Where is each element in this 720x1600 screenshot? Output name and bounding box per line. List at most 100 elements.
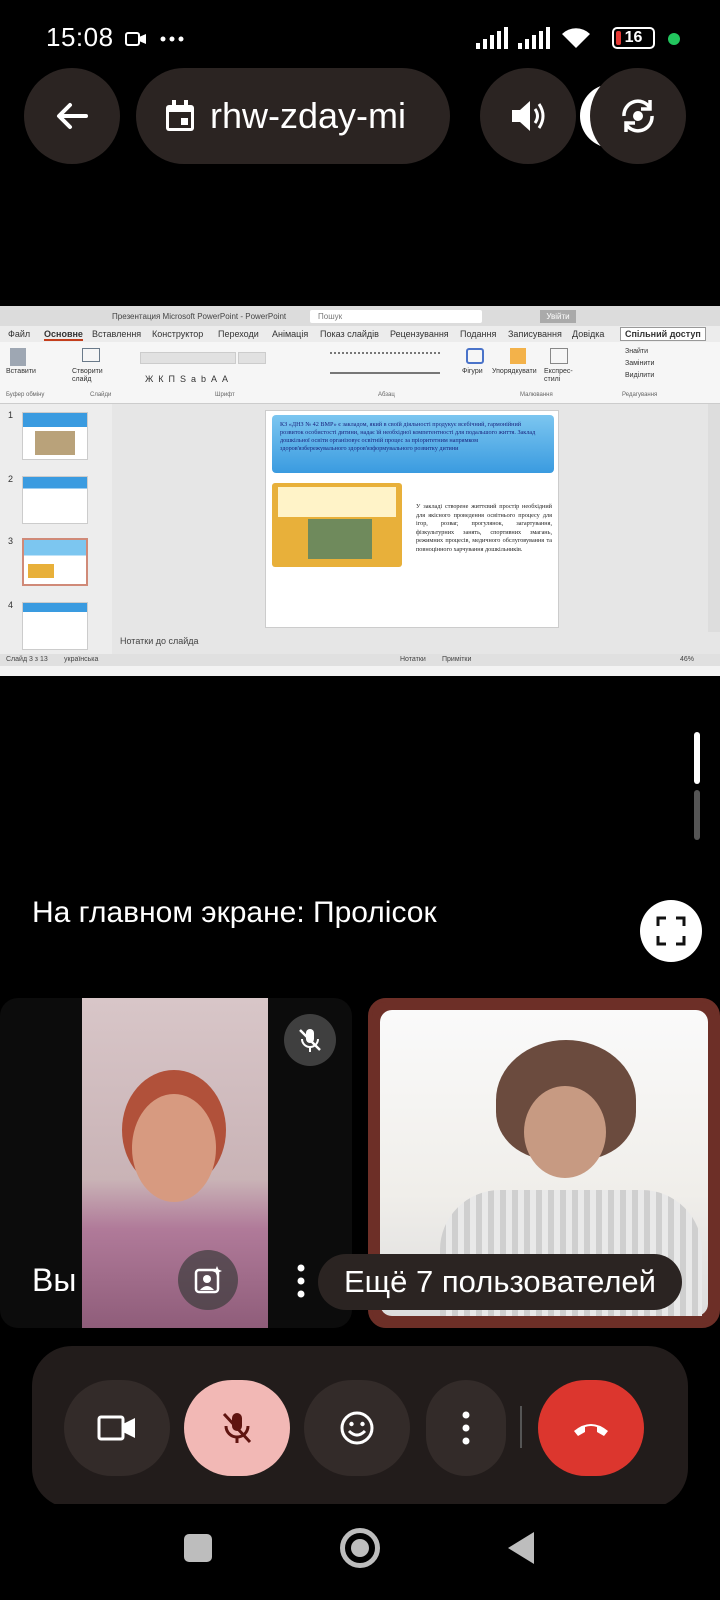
muted-indicator [284, 1014, 336, 1066]
ribbon-select: Виділити [625, 372, 655, 379]
slide-thumbnails: 1 2 3 4 [0, 404, 112, 654]
comments-toggle: Примітки [442, 656, 472, 663]
self-label: Вы [32, 1262, 77, 1298]
mic-toggle-button[interactable] [184, 1380, 290, 1476]
current-slide: КЗ «ДНЗ № 42 ВМР» є закладом, який в сво… [265, 410, 559, 628]
arrange-icon [510, 348, 526, 364]
ribbon-new-slide: Створити слайд [72, 368, 103, 383]
slide-thumbnail [22, 412, 88, 460]
group-font: Шрифт [215, 392, 235, 398]
ribbon-paste: Вставити [6, 368, 36, 375]
back-button[interactable] [24, 68, 120, 164]
thumb-number: 2 [8, 474, 14, 484]
shared-screen: Презентация Microsoft PowerPoint - Power… [0, 306, 720, 676]
recents-button[interactable] [184, 1534, 212, 1562]
more-participants-chip[interactable]: Ещё 7 пользователей [318, 1254, 682, 1310]
ribbon-quick-styles: Експрес-стилі [544, 368, 573, 383]
slide-thumbnail [22, 476, 88, 524]
slide-body-text: У закладі створене життєвий простір необ… [416, 503, 552, 553]
ppt-tab: Довідка [572, 329, 605, 339]
slide-thumbnail [22, 602, 88, 650]
ppt-scrollbar [708, 404, 720, 654]
self-video [82, 998, 268, 1328]
effects-button[interactable] [178, 1250, 238, 1310]
shapes-icon [466, 348, 484, 364]
wifi-icon [562, 28, 590, 48]
emoji-icon [340, 1411, 374, 1445]
ribbon-replace: Замінити [625, 360, 655, 367]
switch-camera-button[interactable] [590, 68, 686, 164]
zoom-level: 46% [680, 656, 695, 663]
thumb-number: 4 [8, 600, 14, 610]
ppt-search: Пошук [310, 310, 482, 323]
portrait-effects-icon [194, 1266, 222, 1294]
status-bar: 15:08 16 [0, 0, 720, 70]
font-size-box [238, 352, 266, 364]
back-nav-button[interactable] [506, 1530, 536, 1566]
hang-up-icon [574, 1424, 608, 1436]
ppt-tab: Записування [508, 329, 562, 339]
main-screen-label: На главном экране: Пролісок [32, 896, 437, 929]
battery-indicator: 16 [612, 27, 655, 49]
more-vert-icon [462, 1411, 470, 1445]
hang-up-button[interactable] [538, 1380, 644, 1476]
reactions-button[interactable] [304, 1380, 410, 1476]
divider [520, 1406, 522, 1448]
ppt-tab: Рецензування [390, 329, 449, 339]
back-arrow-icon [57, 103, 88, 129]
self-video-tile[interactable]: Вы [0, 998, 352, 1328]
privacy-dot [668, 33, 680, 45]
ppt-tabs: Файл Основне Вставлення Конструктор Пере… [0, 326, 720, 342]
mic-off-icon [299, 1029, 321, 1052]
clock: 15:08 [46, 22, 114, 52]
quick-styles-icon [550, 348, 568, 364]
ppt-tab: Переходи [218, 329, 259, 339]
ribbon-shapes: Фігури [462, 368, 483, 375]
group-drawing: Малювання [520, 392, 553, 398]
slide-notes: Нотатки до слайда [112, 632, 720, 654]
video-camera-icon [125, 32, 146, 46]
signal-icon [518, 27, 550, 49]
group-paragraph: Абзац [378, 392, 395, 398]
ppt-window-title: Презентация Microsoft PowerPoint - Power… [112, 312, 287, 321]
slide-thumbnail-selected [22, 538, 88, 586]
ppt-tab: Конструктор [152, 329, 204, 339]
paragraph-controls [330, 352, 440, 360]
ribbon-find: Знайти [625, 348, 649, 355]
group-editing: Редагування [622, 392, 658, 398]
ppt-tab: Подання [460, 329, 497, 339]
home-button[interactable] [340, 1528, 380, 1568]
more-vert-icon[interactable] [296, 1264, 306, 1298]
slide-banner: КЗ «ДНЗ № 42 ВМР» є закладом, який в сво… [272, 415, 554, 473]
fullscreen-button[interactable] [640, 900, 702, 962]
slide-photo [272, 483, 402, 567]
camera-icon [97, 1415, 135, 1441]
more-dots-icon [160, 36, 184, 42]
audio-output-button[interactable] [480, 68, 576, 164]
call-controls [32, 1346, 688, 1508]
notes-toggle: Нотатки [400, 656, 426, 663]
ppt-tab: Файл [8, 329, 31, 339]
meeting-code: rhw-zday-mi [210, 95, 407, 136]
volume-icon [512, 101, 545, 131]
thumb-number: 3 [8, 536, 14, 546]
ppt-titlebar: Презентация Microsoft PowerPoint - Power… [0, 306, 720, 326]
camera-toggle-button[interactable] [64, 1380, 170, 1476]
fullscreen-icon [656, 916, 686, 946]
new-slide-icon [82, 348, 100, 362]
ppt-tab: Вставлення [92, 329, 142, 339]
align-controls [330, 372, 440, 380]
scroll-indicator-track [694, 790, 700, 840]
meeting-info-chip[interactable]: rhw-zday-mi [136, 68, 450, 164]
ppt-search-placeholder: Пошук [318, 312, 343, 321]
ppt-signin: Увійти [540, 310, 576, 323]
group-slides: Слайди [90, 392, 112, 398]
mic-off-icon [222, 1412, 252, 1444]
notes-label: Нотатки до слайда [120, 636, 199, 646]
ppt-tab: Показ слайдів [320, 329, 379, 339]
switch-camera-icon [622, 99, 654, 133]
ppt-tab: Основне [44, 329, 83, 341]
more-options-button[interactable] [426, 1380, 506, 1476]
calendar-icon [166, 100, 194, 131]
ppt-statusbar: Слайд 3 з 13 українська Нотатки Примітки… [0, 654, 720, 666]
